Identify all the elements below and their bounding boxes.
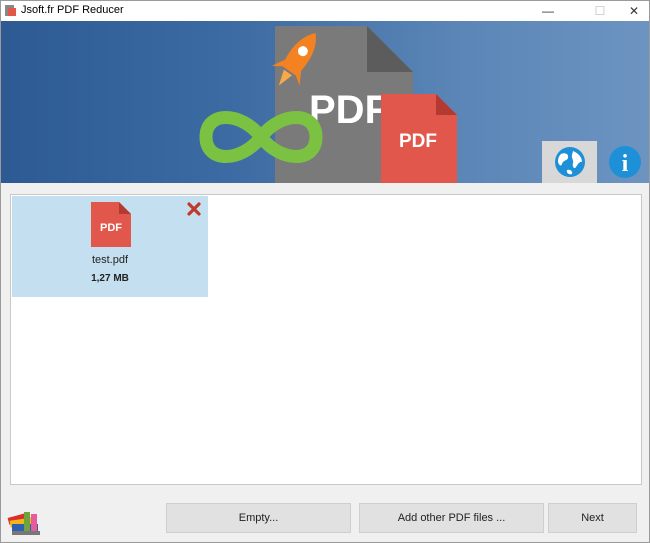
file-item[interactable]: PDF test.pdf 1,27 MB — [12, 196, 208, 297]
svg-text:PDF: PDF — [100, 222, 122, 234]
close-button[interactable]: ✕ — [619, 1, 649, 21]
books-icon — [7, 512, 40, 535]
logo-text-back: PDF — [309, 88, 389, 132]
add-pdf-files-button[interactable]: Add other PDF files ... — [359, 503, 544, 533]
app-window: Jsoft.fr PDF Reducer — ☐ ✕ PDF PDF i PDF… — [0, 0, 650, 543]
maximize-button[interactable]: ☐ — [585, 1, 615, 21]
file-size: 1,27 MB — [91, 273, 129, 284]
header-banner: PDF PDF i — [1, 21, 649, 183]
file-name: test.pdf — [91, 254, 129, 266]
window-title: Jsoft.fr PDF Reducer — [21, 4, 124, 16]
language-button[interactable] — [542, 141, 597, 183]
file-list[interactable]: PDF test.pdf 1,27 MB — [10, 194, 642, 485]
info-icon: i — [609, 146, 641, 178]
svg-text:i: i — [622, 151, 629, 177]
red-document-icon: PDF — [381, 94, 457, 183]
globe-icon — [554, 147, 585, 177]
remove-file-icon[interactable] — [186, 201, 202, 217]
pdf-reducer-logo: PDF PDF — [199, 26, 457, 183]
minimize-button[interactable]: — — [533, 1, 563, 21]
next-button[interactable]: Next — [548, 503, 637, 533]
about-button[interactable]: i — [604, 141, 646, 183]
app-logo-icon — [5, 5, 16, 16]
bottom-toolbar: Empty... Add other PDF files ... Next — [1, 495, 649, 542]
pdf-file-icon: PDF — [91, 202, 131, 247]
empty-button[interactable]: Empty... — [166, 503, 351, 533]
title-bar: Jsoft.fr PDF Reducer — ☐ ✕ — [1, 1, 649, 21]
logo-text-front: PDF — [399, 131, 437, 152]
